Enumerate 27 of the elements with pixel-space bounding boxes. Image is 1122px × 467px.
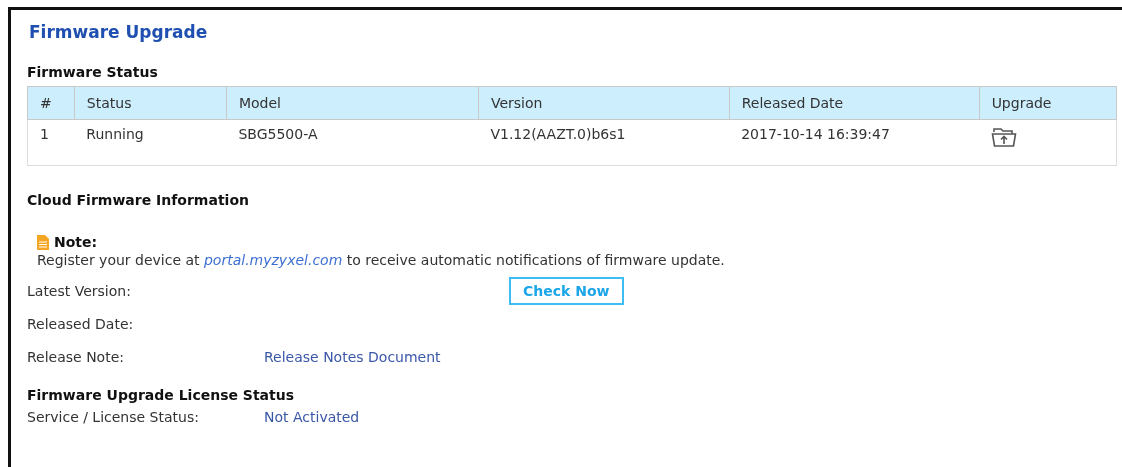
page-title: Firmware Upgrade: [29, 22, 208, 42]
note-text: Register your device at portal.myzyxel.com to receive automatic notifications of firmware update.: [36, 252, 725, 268]
section-heading: Cloud Firmware Information: [27, 192, 249, 208]
field-label: Released Date:: [27, 315, 135, 332]
table-cell: SBG5500-A: [226, 119, 479, 166]
table-cell: 1: [27, 119, 75, 166]
release-notes-link[interactable]: Release Notes Document: [264, 348, 441, 365]
check-now-button[interactable]: Check Now: [509, 276, 624, 305]
field-label: Latest Version:: [27, 282, 132, 299]
folder-upload-icon[interactable]: [991, 126, 1018, 148]
table-cell: V1.12(AAZT.0)b6s1: [478, 119, 730, 166]
portal-link[interactable]: portal.myzyxel.com: [204, 252, 343, 268]
column-header: Model: [226, 86, 479, 120]
section-heading: Firmware Status: [27, 64, 158, 80]
section-heading: Firmware Upgrade License Status: [27, 387, 295, 403]
column-header: #: [27, 86, 75, 120]
note-label: Note:: [54, 234, 98, 250]
column-header: Upgrade: [979, 86, 1117, 120]
table-cell: 2017-10-14 16:39:47: [729, 119, 980, 166]
field-label: Release Note:: [27, 348, 125, 365]
note-icon: [37, 234, 49, 250]
table-cell: Running: [74, 119, 227, 166]
license-status: Not Activated: [264, 409, 360, 425]
column-header: Released Date: [729, 86, 980, 120]
column-header: Version: [478, 86, 730, 120]
column-header: Status: [74, 86, 227, 120]
field-label: Service / License Status:: [27, 409, 200, 425]
